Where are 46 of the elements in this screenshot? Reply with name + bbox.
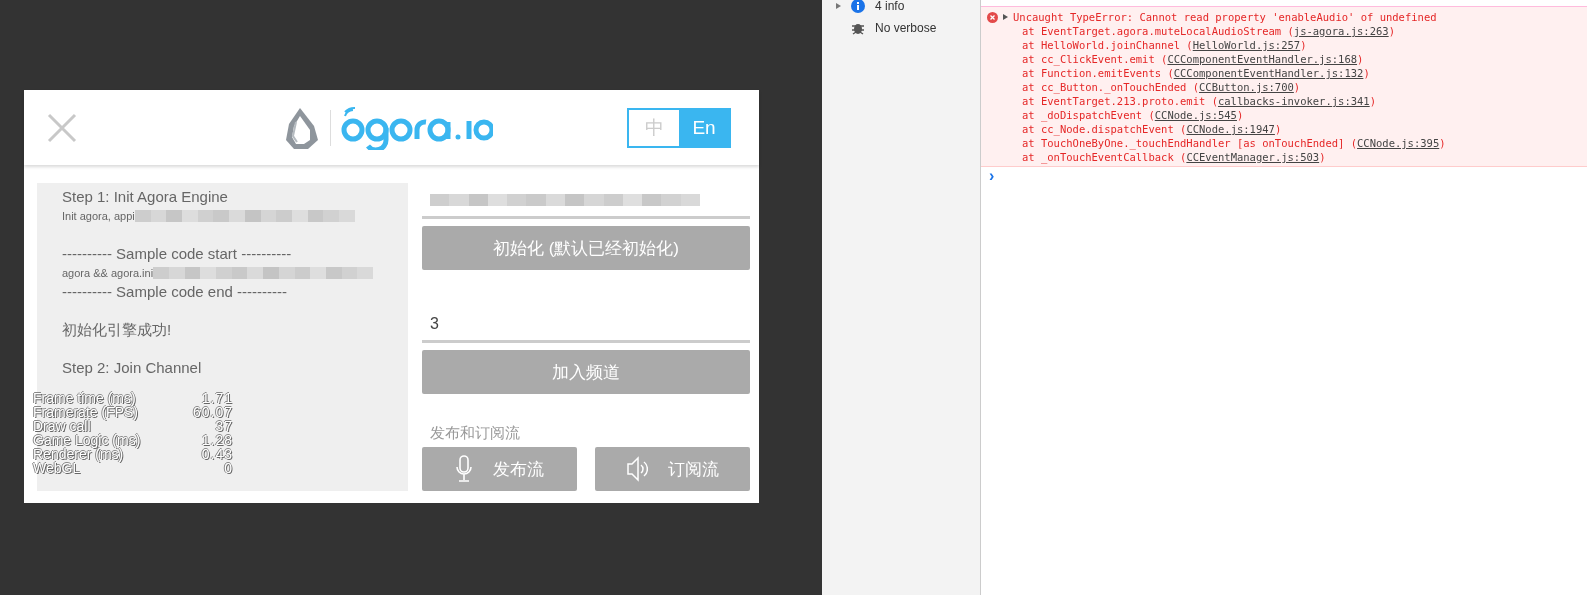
source-link[interactable]: CCButton.js:700 [1199,81,1294,93]
source-link[interactable]: CCEventManager.js:503 [1186,151,1320,163]
stat-value: 1.28 [201,433,233,447]
stack-line: at HelloWorld.joinChannel (HelloWorld.js:257) [1021,38,1308,52]
log-line: Step 2: Join Channel [62,358,203,377]
bug-icon [851,21,865,35]
filter-item[interactable]: No verbose [822,17,980,39]
source-link[interactable]: CCNode.js:1947 [1186,123,1275,135]
speaker-icon [626,456,648,482]
stack-line: at _doDispatchEvent (CCNode.js:545) [1021,108,1245,122]
stat-label: WebGL [33,461,81,475]
stack-line: at cc_ClickEvent.emit (CCComponentEventHandler.js:168) [1021,52,1365,66]
log-line: ---------- Sample code start ---------- [62,244,293,263]
stack-line: at TouchOneByOne._touchEndHandler [as onTouchEnded] (CCNode.js:395) [1021,136,1447,150]
log-line: agora && agora.ini [62,266,154,279]
stack-line: at _onTouchEventCallback (CCEventManager.js:503) [1021,150,1327,164]
log-line: ---------- Sample code end ---------- [62,282,288,301]
error-text: Uncaught TypeError: Cannot read property 'enableAudio' of undefined [1013,10,1437,24]
log-line: 初始化引擎成功! [62,320,173,339]
error-icon [987,11,998,23]
source-link[interactable]: CCComponentEventHandler.js:132 [1173,67,1364,79]
stat-value: 60.07 [192,405,233,419]
stack-line: at cc_Button._onTouchEnded (CCButton.js:700) [1021,80,1302,94]
source-link[interactable]: CCNode.js:395 [1357,137,1440,149]
microphone-icon [455,455,473,483]
stack-line: at cc_Node.dispatchEvent (CCNode.js:1947) [1021,122,1283,136]
expand-arrow-icon[interactable] [1003,14,1008,20]
stat-value: 37 [215,419,233,433]
expand-arrow-icon[interactable] [836,3,841,9]
prompt-caret[interactable]: › [981,167,1587,185]
log-line: Step 1: Init Agora Engine [62,187,229,206]
source-link[interactable]: callbacks-invoker.js:341 [1217,95,1370,107]
stack-line: at Function.emitEvents (CCComponentEventHandler.js:132) [1021,66,1371,80]
source-link[interactable]: CCNode.js:545 [1154,109,1237,121]
log-line: Init agora, appi [62,209,135,222]
stat-label: Draw call [33,419,91,433]
section-label: 发布和订阅流 [429,424,521,443]
filter-item[interactable]: 4 info [822,0,980,17]
stat-value: 0.43 [201,447,233,461]
stat-value: 0 [224,461,233,475]
source-link[interactable]: HelloWorld.js:257 [1192,39,1301,51]
source-link[interactable]: CCComponentEventHandler.js:168 [1167,53,1358,65]
stack-line: at EventTarget.213.proto.emit (callbacks-invoker.js:341) [1021,94,1377,108]
source-link[interactable]: js-agora.js:263 [1293,25,1389,37]
stat-value: 1.71 [201,391,233,405]
stack-line: at EventTarget.agora.muteLocalAudioStream (js-agora.js:263) [1021,24,1396,38]
